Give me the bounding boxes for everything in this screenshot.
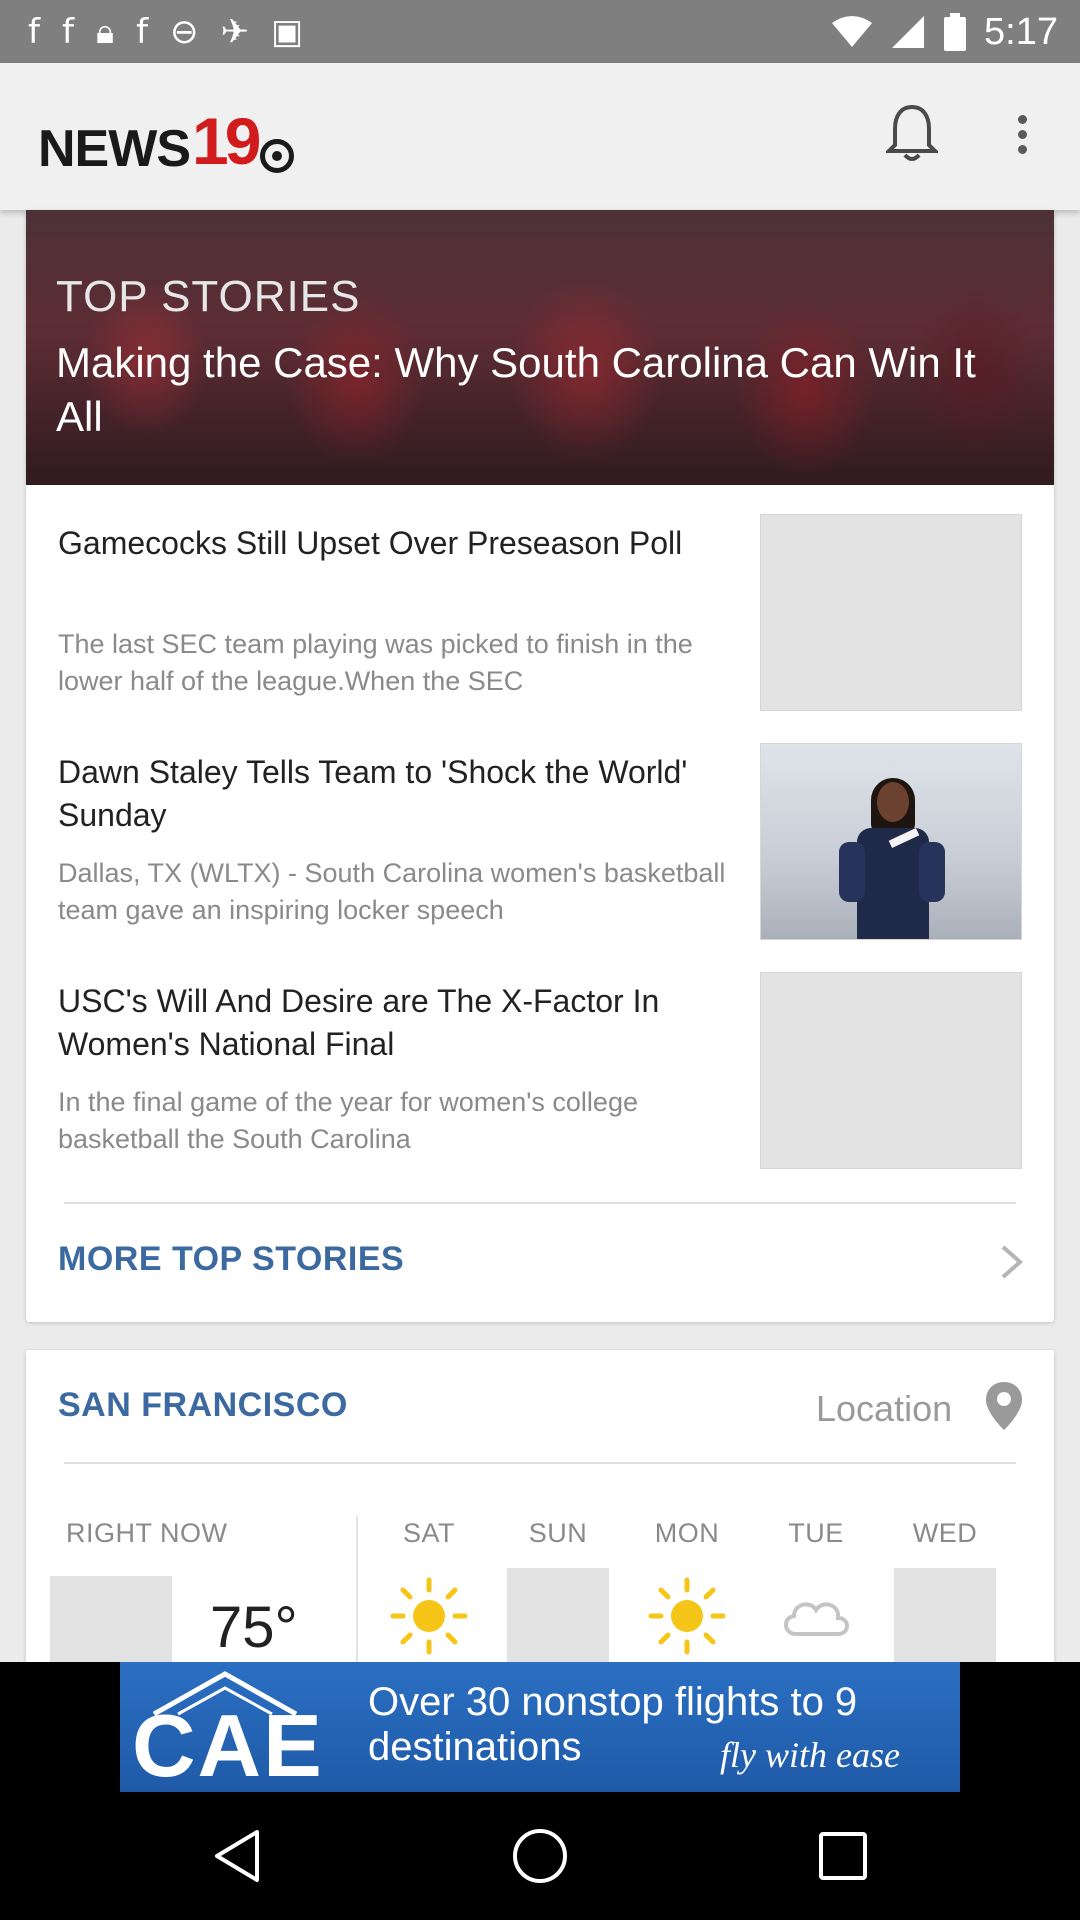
story-thumbnail: [760, 514, 1022, 711]
recents-icon[interactable]: [813, 1826, 873, 1886]
logo-number: 19: [192, 104, 261, 178]
facebook-icon: f: [28, 12, 40, 52]
separator: [356, 1516, 358, 1676]
facebook-icon: f: [136, 12, 149, 52]
forecast-day-label: SUN: [528, 1518, 588, 1548]
current-temperature: 75°: [210, 1595, 298, 1660]
story-thumbnail: [760, 972, 1022, 1169]
do-not-disturb-icon: ⊖: [170, 12, 199, 52]
story-description: Dallas, TX (WLTX) - South Carolina women…: [58, 858, 726, 925]
ad-logo: CAE: [132, 1696, 324, 1793]
forecast-day-label: TUE: [788, 1518, 844, 1548]
forecast-day-label: MON: [654, 1518, 720, 1548]
facebook-icon: f: [61, 12, 74, 52]
story-item[interactable]: USC's Will And Desire are The X-Factor I…: [26, 972, 1054, 1180]
forecast-placeholder: [894, 1568, 996, 1664]
story-item[interactable]: Gamecocks Still Upset Over Preseason Pol…: [26, 514, 1054, 722]
story-description: The last SEC team playing was picked to …: [58, 629, 693, 696]
divider: [64, 1202, 1016, 1204]
divider: [64, 1462, 1016, 1464]
right-now-label: RIGHT NOW: [66, 1518, 228, 1548]
notification-icons: f f 🔒︎ f ⊖ ✈︎ ▣: [28, 10, 303, 54]
story-thumbnail: [760, 743, 1022, 940]
sun-icon: [378, 1568, 480, 1664]
logo-text: NEWS: [38, 120, 191, 178]
sun-icon: [636, 1568, 738, 1664]
location-label[interactable]: Location: [816, 1388, 952, 1430]
navigation-bar: [0, 1792, 1080, 1920]
ad-area: CAE Over 30 nonstop flights to 9 destina…: [0, 1662, 1080, 1792]
chevron-right-icon[interactable]: [999, 1244, 1025, 1280]
bell-icon[interactable]: [886, 103, 938, 165]
satellite-icon: ✈︎: [220, 12, 250, 52]
forecast-placeholder: [507, 1568, 609, 1664]
forecast-day-label: SAT: [402, 1518, 455, 1548]
story-description: In the final game of the year for women'…: [58, 1087, 638, 1154]
news19-logo[interactable]: NEWS 19: [38, 103, 295, 179]
status-bar: f f 🔒︎ f ⊖ ✈︎ ▣ 5:17: [0, 0, 1080, 63]
more-vert-icon[interactable]: [1010, 115, 1034, 163]
ad-tagline: fly with ease: [720, 1735, 900, 1775]
location-pin-icon[interactable]: [984, 1380, 1024, 1432]
section-kicker: TOP STORIES: [56, 272, 361, 321]
app-bar: NEWS 19: [0, 63, 1080, 210]
hero-story[interactable]: TOP STORIES Making the Case: Why South C…: [26, 210, 1054, 485]
cloud-icon: [765, 1568, 867, 1664]
forecast-day-label: WED: [912, 1518, 978, 1548]
home-icon[interactable]: [510, 1826, 570, 1886]
story-item[interactable]: Dawn Staley Tells Team to 'Shock the Wor…: [26, 743, 1054, 951]
wifi-icon: [832, 16, 873, 47]
signal-icon: [892, 16, 925, 48]
city-name[interactable]: SAN FRANCISCO: [58, 1386, 348, 1425]
hero-title: Making the Case: Why South Carolina Can …: [56, 339, 976, 440]
back-icon[interactable]: [207, 1826, 267, 1886]
top-stories-card: TOP STORIES Making the Case: Why South C…: [26, 210, 1054, 1322]
cbs-eye-icon: [260, 139, 295, 173]
ad-banner[interactable]: CAE Over 30 nonstop flights to 9 destina…: [120, 1662, 960, 1792]
story-title: USC's Will And Desire are The X-Factor I…: [58, 983, 660, 1062]
story-title: Gamecocks Still Upset Over Preseason Pol…: [58, 525, 683, 561]
clock: 5:17: [984, 11, 1058, 53]
lock-icon: 🔒︎: [95, 12, 115, 52]
battery-icon: [944, 13, 967, 51]
more-top-stories-link[interactable]: MORE TOP STORIES: [58, 1240, 404, 1279]
story-title: Dawn Staley Tells Team to 'Shock the Wor…: [58, 754, 688, 833]
android-icon: ▣: [271, 12, 304, 52]
coach-photo: [839, 778, 945, 939]
